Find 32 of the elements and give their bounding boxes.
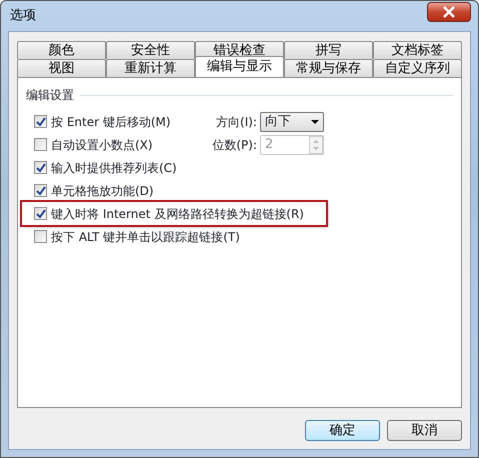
checkbox[interactable]	[34, 115, 47, 128]
tab[interactable]: 文档标签	[373, 41, 462, 59]
dialog-button[interactable]: 取消	[387, 420, 462, 441]
tab[interactable]: 视图	[17, 59, 106, 77]
checkbox[interactable]	[34, 184, 47, 197]
checkbox[interactable]	[34, 138, 47, 151]
checkbox-label: 按下 ALT 键并单击以跟踪超链接(T)	[51, 228, 240, 246]
tab[interactable]: 常规与保存	[284, 59, 373, 77]
tab[interactable]: 颜色	[17, 41, 106, 59]
field-label: 方向(I):	[216, 114, 257, 130]
dropdown[interactable]: 向下	[260, 112, 324, 132]
close-icon	[442, 6, 456, 18]
checkbox-label: 单元格拖放功能(D)	[51, 182, 154, 200]
tab[interactable]: 自定义序列	[373, 59, 462, 77]
checkbox[interactable]	[34, 207, 47, 220]
tab[interactable]: 安全性	[106, 41, 195, 59]
checkbox-label: 键入时将 Internet 及网络路径转换为超链接(R)	[51, 206, 304, 222]
checkbox-label: 自动设置小数点(X)	[51, 136, 153, 154]
checkbox[interactable]	[34, 161, 47, 174]
section-title: 编辑设置	[26, 87, 74, 104]
spin-arrows-icon	[309, 136, 323, 154]
window-title: 选项	[9, 7, 36, 26]
tab[interactable]: 重新计算	[106, 59, 195, 77]
checkbox-label: 按 Enter 键后移动(M)	[51, 114, 171, 130]
field-label: 位数(P):	[212, 136, 257, 154]
checkbox[interactable]	[34, 230, 47, 243]
dropdown-arrow-icon	[311, 120, 319, 124]
tab[interactable]: 拼写	[284, 41, 373, 59]
close-button[interactable]	[427, 2, 471, 22]
checkbox-label: 输入时提供推荐列表(C)	[51, 160, 177, 176]
tab[interactable]: 编辑与显示	[195, 56, 284, 77]
dialog-button[interactable]: 确定	[305, 420, 380, 441]
